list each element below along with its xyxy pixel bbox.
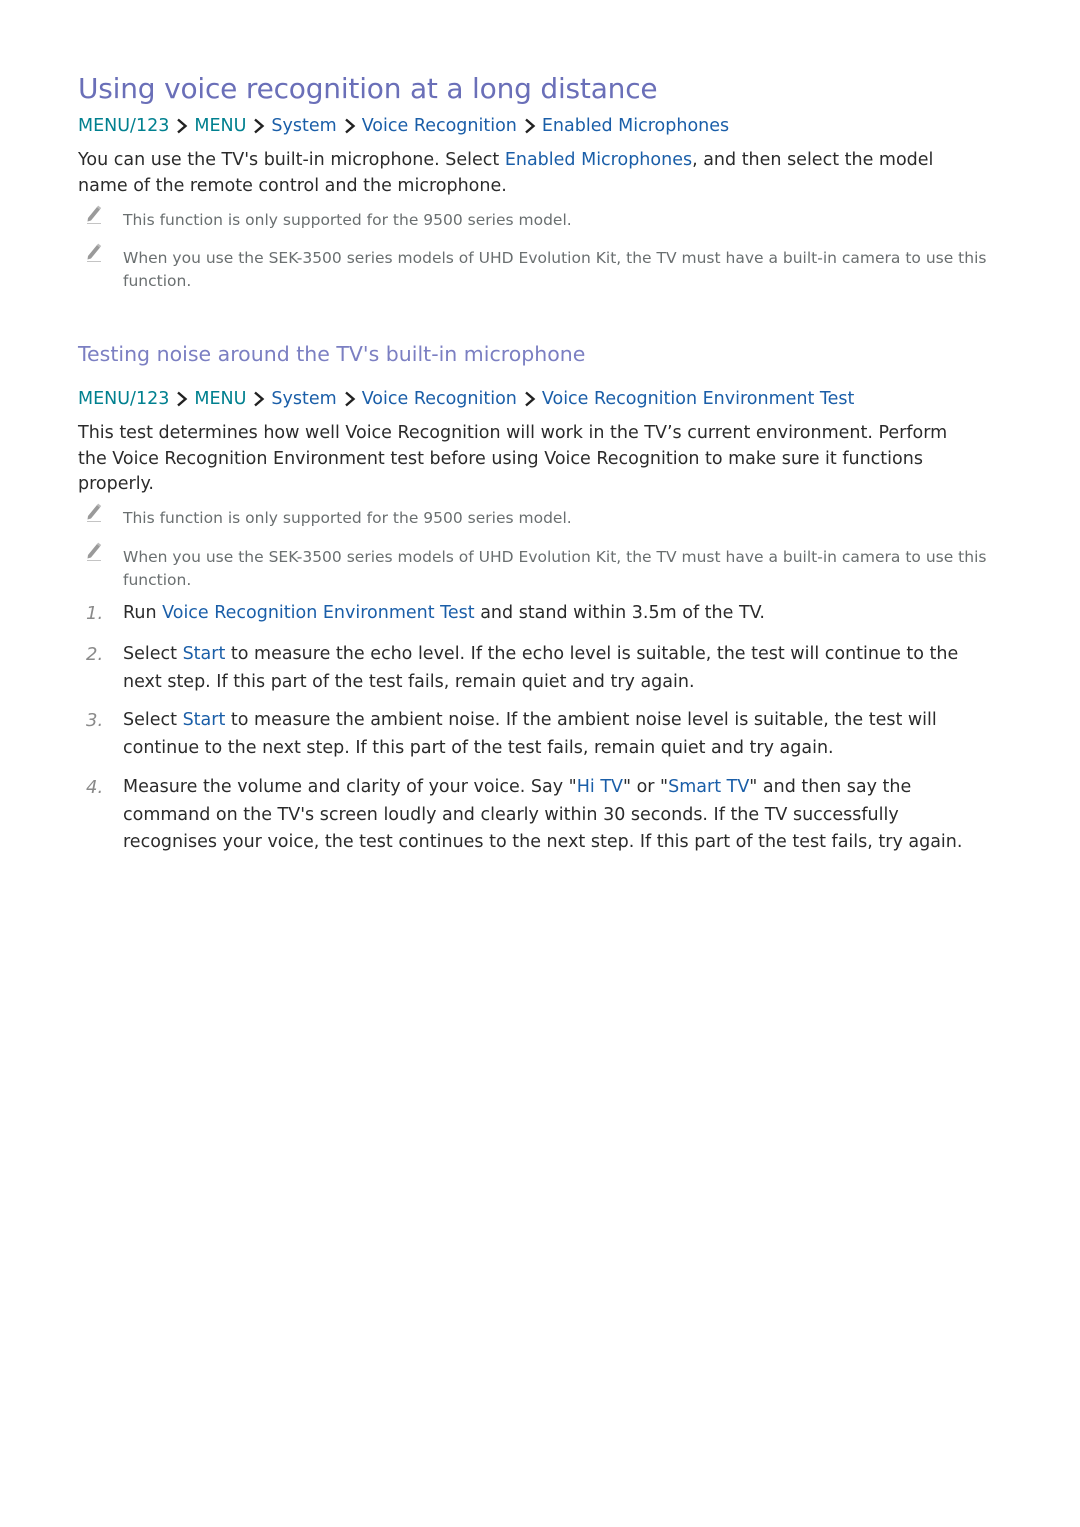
step-item: 1. Run Voice Recognition Environment Test… (78, 600, 1008, 628)
chevron-right-icon (524, 118, 536, 134)
chevron-right-icon (253, 118, 265, 134)
pencil-note-icon (84, 501, 104, 523)
chevron-right-icon (344, 391, 356, 407)
step-number: 4. (86, 777, 104, 798)
step-item: 4. Measure the volume and clarity of your… (78, 774, 1008, 857)
breadcrumb-item[interactable]: Voice Recognition (362, 116, 517, 136)
step-number: 3. (86, 710, 104, 731)
step-text-segment: Select (123, 710, 183, 730)
step-text-segment: " or " (622, 777, 669, 797)
breadcrumb-item[interactable]: System (271, 389, 336, 409)
step-text-segment: Measure the volume and clarity of your v… (123, 777, 577, 797)
note-sek-3500: When you use the SEK-3500 series models … (78, 243, 1008, 293)
breadcrumb-item[interactable]: Voice Recognition Environment Test (542, 389, 855, 409)
breadcrumb-item[interactable]: Voice Recognition (362, 389, 517, 409)
note-9500-series: This function is only supported for the … (78, 205, 1008, 232)
breadcrumb-item[interactable]: Enabled Microphones (542, 116, 729, 136)
section-title-testing-noise: Testing noise around the TV's built-in m… (78, 342, 586, 366)
breadcrumb-item[interactable]: MENU (194, 116, 246, 136)
enabled-microphones-link[interactable]: Enabled Microphones (505, 150, 692, 170)
breadcrumb-item[interactable]: System (271, 116, 336, 136)
menu-option-link[interactable]: Smart TV (668, 777, 749, 797)
menu-option-link[interactable]: Voice Recognition Environment Test (162, 603, 475, 623)
chevron-right-icon (524, 391, 536, 407)
pencil-note-icon (84, 203, 104, 225)
step-text-segment: Run (123, 603, 163, 623)
step-item: 3. Select Start to measure the ambient no… (78, 707, 1008, 762)
chevron-right-icon (344, 118, 356, 134)
pencil-note-icon (84, 540, 104, 562)
breadcrumb-item[interactable]: MENU/123 (78, 389, 169, 409)
pencil-note-icon (84, 241, 104, 263)
chevron-right-icon (176, 391, 188, 407)
step-text: Select Start to measure the ambient nois… (123, 707, 993, 762)
menu-option-link[interactable]: Start (183, 710, 226, 730)
step-text: Run Voice Recognition Environment Test a… (123, 600, 993, 628)
step-number: 2. (86, 644, 104, 665)
chevron-right-icon (253, 391, 265, 407)
note-sek-3500: When you use the SEK-3500 series models … (78, 542, 1008, 592)
step-item: 2. Select Start to measure the echo level… (78, 641, 1008, 696)
step-number: 1. (86, 603, 104, 624)
page-title: Using voice recognition at a long distan… (78, 72, 658, 105)
breadcrumb-item[interactable]: MENU (194, 389, 246, 409)
breadcrumb-environment-test: MENU/123 MENU System Voice Recognition Voice… (78, 389, 854, 409)
step-text-segment: to measure the echo level. If the echo l… (123, 644, 959, 692)
menu-option-link[interactable]: Hi TV (577, 777, 623, 797)
step-text: Measure the volume and clarity of your v… (123, 774, 993, 857)
breadcrumb-item[interactable]: MENU/123 (78, 116, 169, 136)
breadcrumb-enabled-microphones: MENU/123 MENU System Voice Recognition Enabl… (78, 116, 729, 136)
menu-option-link[interactable]: Start (183, 644, 226, 664)
step-text-segment: Select (123, 644, 183, 664)
note-9500-series: This function is only supported for the … (78, 503, 1008, 530)
intro-paragraph: You can use the TV's built-in microphone… (78, 150, 934, 196)
step-text-segment: and stand within 3.5m of the TV. (474, 603, 765, 623)
step-text: Select Start to measure the echo level. … (123, 641, 993, 696)
test-description: This test determines how well Voice Reco… (78, 423, 948, 494)
chevron-right-icon (176, 118, 188, 134)
step-text-segment: to measure the ambient noise. If the amb… (123, 710, 937, 758)
